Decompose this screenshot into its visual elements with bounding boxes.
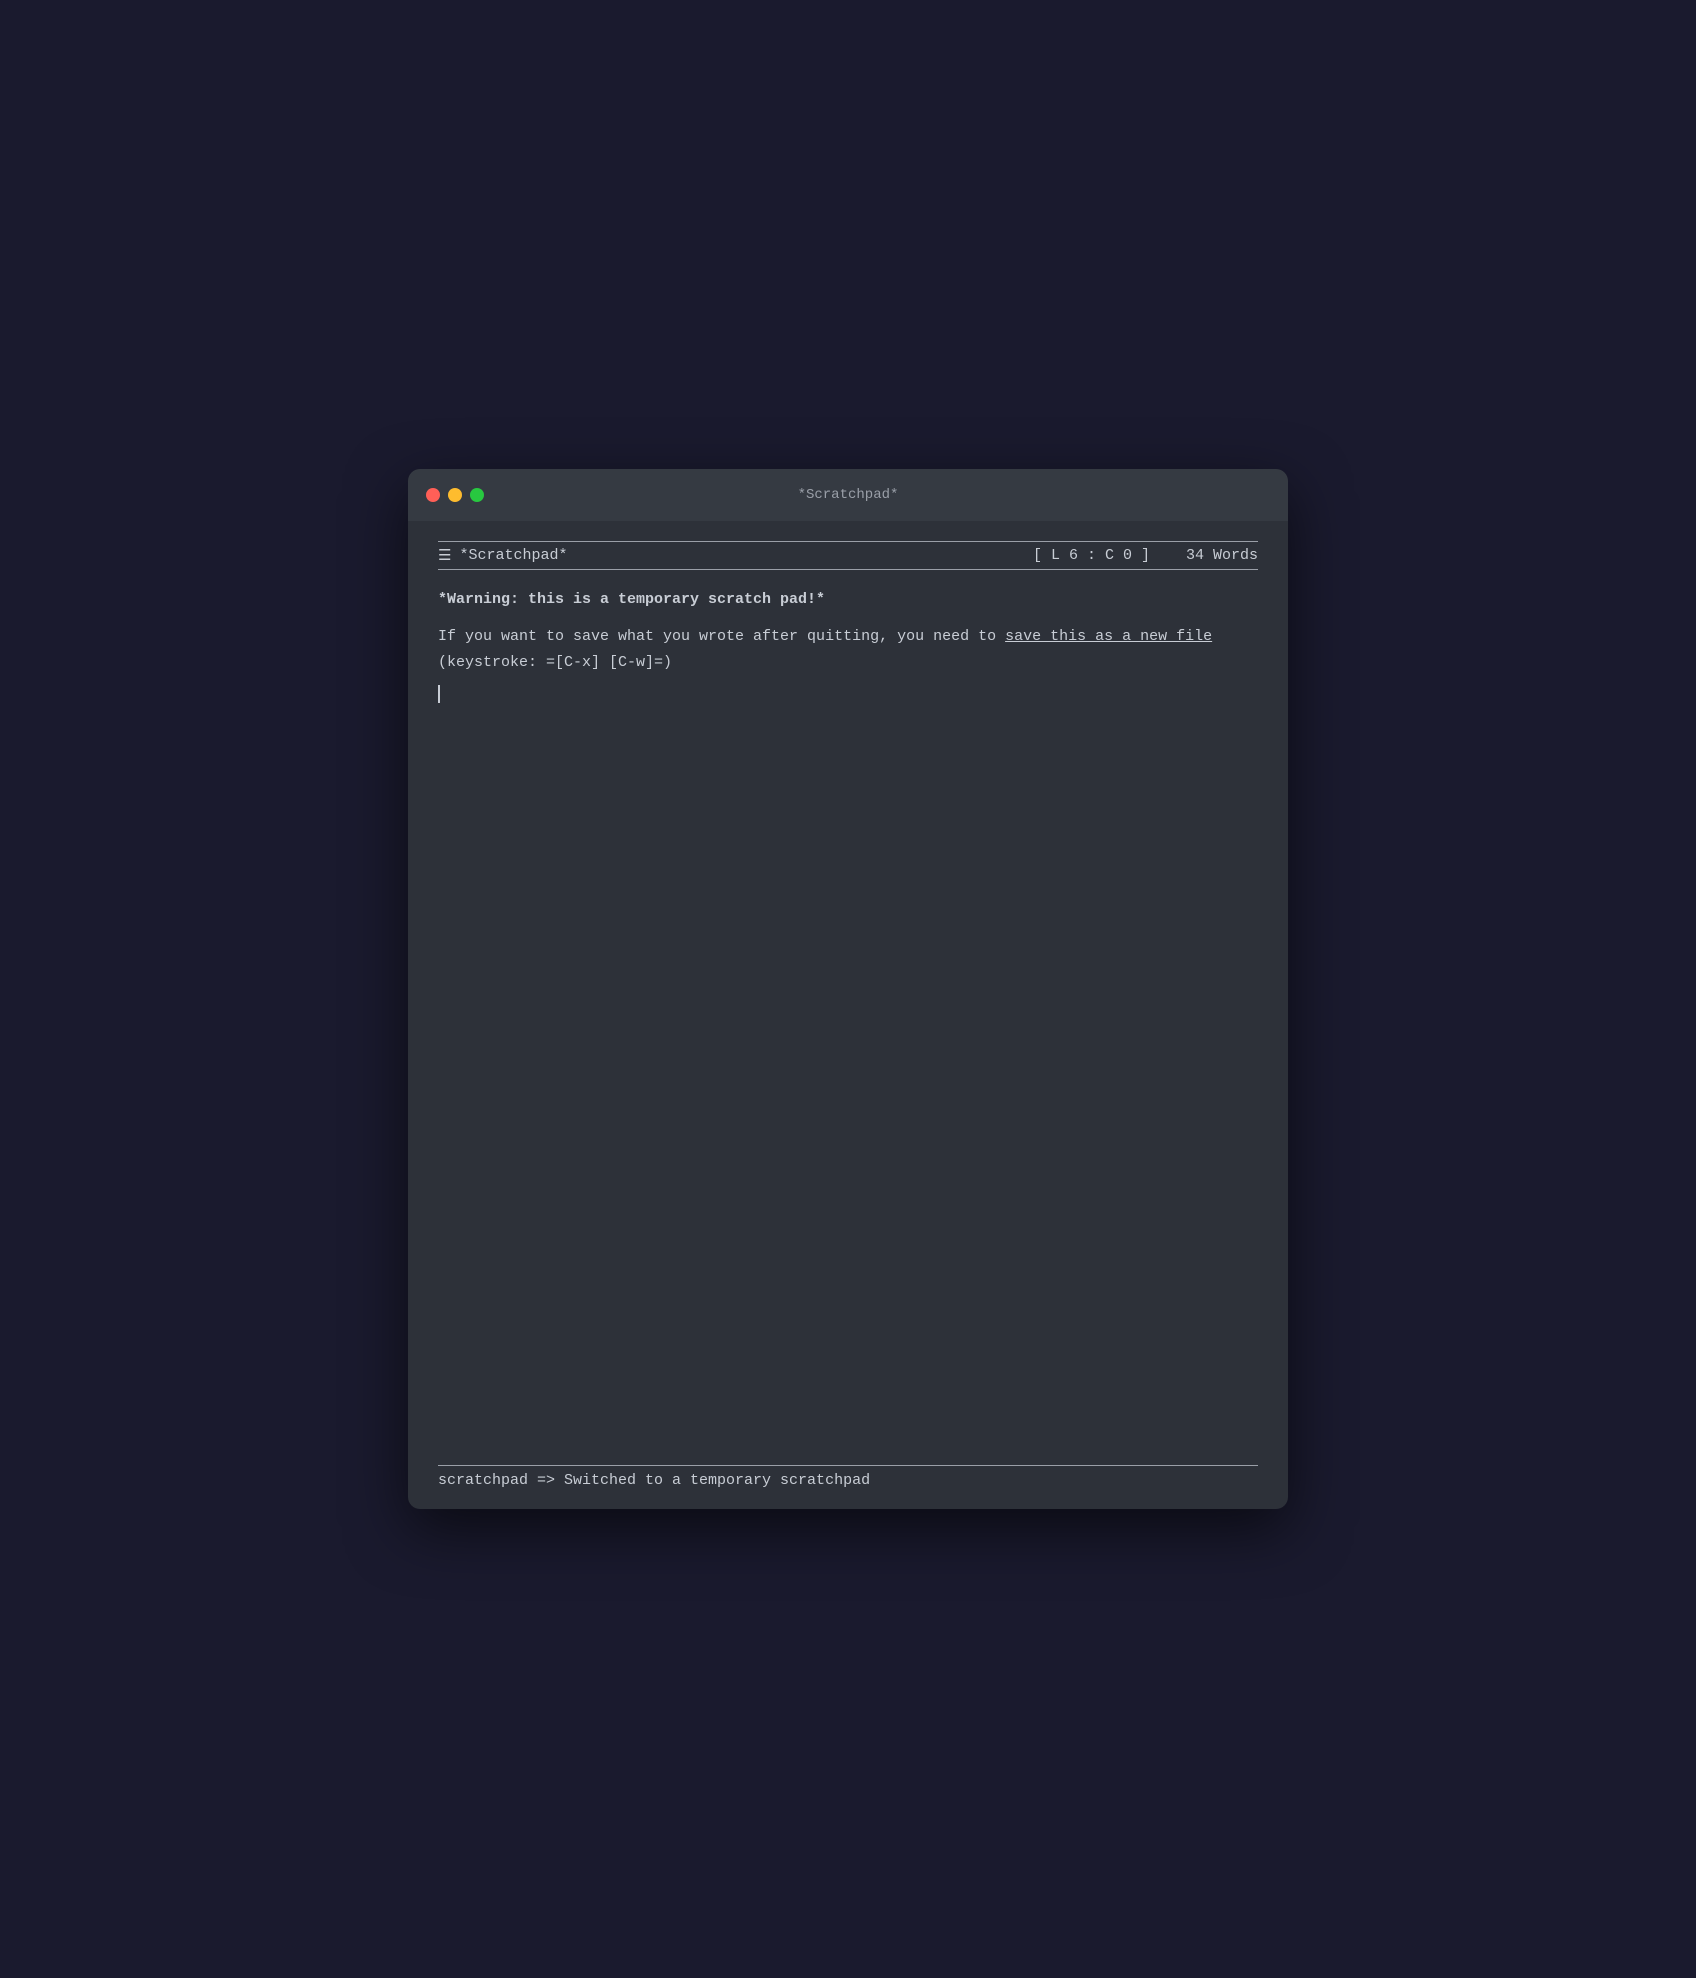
maximize-button[interactable] (470, 488, 484, 502)
word-count: 34 Words (1186, 547, 1258, 564)
titlebar: *Scratchpad* (408, 469, 1288, 521)
status-message: scratchpad => Switched to a temporary sc… (438, 1472, 870, 1489)
info-text-after: (keystroke: =[C-x] [C-w]=) (438, 654, 672, 671)
status-bar-container: scratchpad => Switched to a temporary sc… (438, 1445, 1258, 1489)
editor-container: ☰ *Scratchpad* [ L 6 : C 0 ] 34 Words *W… (408, 521, 1288, 1509)
close-button[interactable] (426, 488, 440, 502)
info-text-before: If you want to save what you wrote after… (438, 628, 1005, 645)
cursor-line (438, 683, 1258, 707)
buffer-name: *Scratchpad* (459, 547, 567, 564)
text-cursor (438, 685, 440, 703)
window-title: *Scratchpad* (798, 487, 899, 503)
status-bar: scratchpad => Switched to a temporary sc… (438, 1465, 1258, 1489)
info-line: If you want to save what you wrote after… (438, 624, 1258, 675)
mode-line-left: ☰ *Scratchpad* (438, 546, 567, 565)
menu-icon: ☰ (438, 546, 451, 565)
warning-text: *Warning: this is a temporary scratch pa… (438, 588, 1258, 612)
mode-line-right: [ L 6 : C 0 ] 34 Words (1033, 547, 1258, 564)
minimize-button[interactable] (448, 488, 462, 502)
editor-window: *Scratchpad* ☰ *Scratchpad* [ L 6 : C 0 … (408, 469, 1288, 1509)
editor-content[interactable]: *Warning: this is a temporary scratch pa… (438, 588, 1258, 1445)
cursor-position: [ L 6 : C 0 ] (1033, 547, 1150, 564)
traffic-lights (426, 488, 484, 502)
save-link[interactable]: save this as a new file (1005, 628, 1212, 645)
mode-line: ☰ *Scratchpad* [ L 6 : C 0 ] 34 Words (438, 541, 1258, 570)
